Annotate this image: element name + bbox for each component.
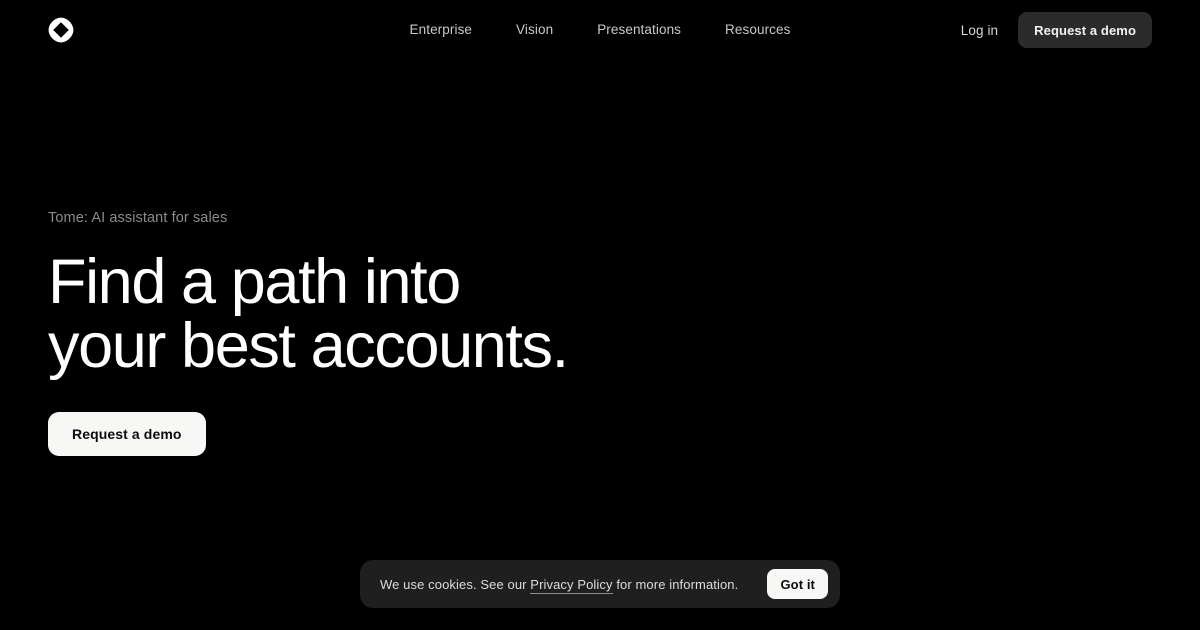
nav-item-resources[interactable]: Resources (725, 23, 790, 37)
hero-eyebrow: Tome: AI assistant for sales (48, 210, 228, 226)
header-actions: Log in Request a demo (961, 12, 1152, 48)
hero-section: Tome: AI assistant for sales Find a path… (48, 208, 748, 457)
site-header: Enterprise Vision Presentations Resource… (0, 0, 1200, 60)
nav-item-presentations[interactable]: Presentations (597, 23, 681, 37)
cookie-text-after: for more information. (612, 576, 739, 592)
hero-request-demo-button[interactable]: Request a demo (48, 412, 206, 457)
nav-item-vision[interactable]: Vision (516, 23, 553, 37)
header-request-demo-button[interactable]: Request a demo (1018, 12, 1152, 48)
nav-item-enterprise[interactable]: Enterprise (410, 23, 473, 37)
page-title: Find a path into your best accounts. (48, 247, 569, 382)
brand-logo-link[interactable] (48, 17, 74, 43)
cookie-banner-text: We use cookies. See our Privacy Policy f… (380, 576, 757, 594)
login-link[interactable]: Log in (961, 23, 998, 38)
cookie-text-before: We use cookies. See our (380, 576, 531, 592)
cookie-consent-banner: We use cookies. See our Privacy Policy f… (360, 560, 840, 608)
cookie-accept-button[interactable]: Got it (767, 569, 828, 599)
privacy-policy-link[interactable]: Privacy Policy (530, 576, 613, 594)
tome-logo-icon (48, 17, 74, 43)
